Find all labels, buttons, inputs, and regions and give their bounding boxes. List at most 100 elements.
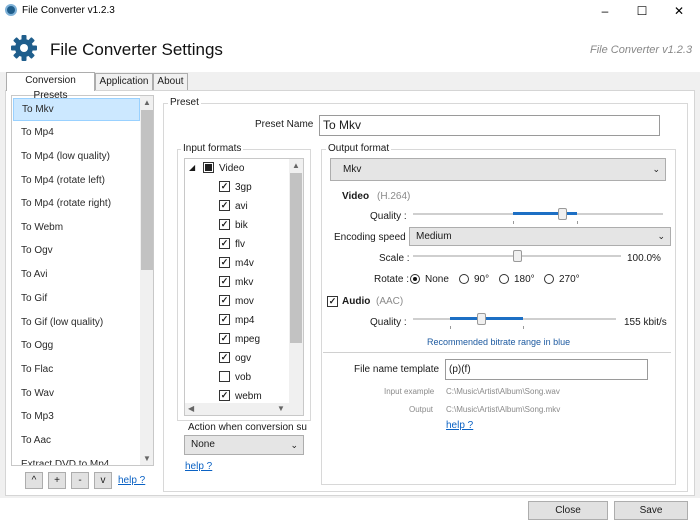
close-button[interactable]: Close <box>528 501 608 520</box>
input-formats-tree[interactable]: ◢ Video ✓ 3gp ✓ avi ✓ bik ✓ flv ✓ m4v ✓ … <box>184 158 304 416</box>
slider-thumb[interactable] <box>477 313 486 325</box>
page-title: File Converter Settings <box>50 40 223 59</box>
window-title: File Converter v1.2.3 <box>22 5 115 16</box>
rotate-270-radio[interactable] <box>544 274 554 284</box>
list-item[interactable]: To Mp4 (low quality) <box>13 145 140 168</box>
list-item[interactable]: To Flac <box>13 358 140 381</box>
format-label: bik <box>235 220 248 231</box>
list-item[interactable]: To Mp3 <box>13 405 140 428</box>
encoding-speed-dropdown[interactable]: Medium ⌄ <box>409 227 671 246</box>
recommended-note: Recommended bitrate range in blue <box>427 337 571 347</box>
list-item[interactable]: To Mp4 (rotate left) <box>13 169 140 192</box>
encoding-speed-value: Medium <box>416 231 452 242</box>
tab-about[interactable]: About <box>153 73 188 90</box>
scroll-down-icon[interactable]: ▼ <box>277 404 285 413</box>
remove-preset-button[interactable]: - <box>71 472 89 489</box>
chevron-down-icon: ⌄ <box>290 440 298 450</box>
format-checkbox-3gp[interactable]: ✓ <box>219 181 230 192</box>
action-help-link[interactable]: help ? <box>185 461 212 472</box>
format-checkbox-ogv[interactable]: ✓ <box>219 352 230 363</box>
format-checkbox-mov[interactable]: ✓ <box>219 295 230 306</box>
audio-checkbox[interactable]: ✓ <box>327 296 338 307</box>
list-item[interactable]: To Avi <box>13 263 140 286</box>
format-checkbox-avi[interactable]: ✓ <box>219 200 230 211</box>
scroll-up-icon[interactable]: ▲ <box>143 98 151 107</box>
format-checkbox-flv[interactable]: ✓ <box>219 238 230 249</box>
format-label: mkv <box>235 277 254 288</box>
rotate-180-radio[interactable] <box>499 274 509 284</box>
format-label: webm <box>235 391 262 402</box>
format-checkbox-vob[interactable] <box>219 371 230 382</box>
maximize-button[interactable]: ☐ <box>624 0 660 22</box>
move-up-button[interactable]: ^ <box>25 472 43 489</box>
list-item[interactable]: To Mkv <box>13 98 140 121</box>
video-tree-label: Video <box>219 163 245 174</box>
format-label: mp4 <box>235 315 255 326</box>
format-checkbox-webm[interactable]: ✓ <box>219 390 230 401</box>
scroll-left-icon[interactable]: ◀ <box>188 404 194 413</box>
video-checkbox[interactable] <box>203 162 214 173</box>
format-checkbox-mpeg[interactable]: ✓ <box>219 333 230 344</box>
format-label: avi <box>235 201 248 212</box>
template-help-link[interactable]: help ? <box>446 420 473 431</box>
list-item[interactable]: To Wav <box>13 382 140 405</box>
formats-hscrollbar[interactable]: ◀ ▼ <box>185 403 303 415</box>
scroll-up-icon[interactable]: ▲ <box>292 161 300 170</box>
formats-scrollbar[interactable]: ▲ <box>289 159 303 403</box>
rotate-none-radio[interactable] <box>410 274 420 284</box>
scale-slider[interactable] <box>413 248 621 266</box>
list-item[interactable]: To Mp4 (rotate right) <box>13 192 140 215</box>
list-item[interactable]: To Gif (low quality) <box>13 311 140 334</box>
video-quality-slider[interactable] <box>413 206 663 226</box>
preset-list-scrollbar[interactable]: ▲ ▼ <box>140 96 153 465</box>
version-label: File Converter v1.2.3 <box>590 44 693 56</box>
slider-tick <box>450 326 451 329</box>
scrollbar-thumb[interactable] <box>141 110 153 270</box>
close-window-button[interactable]: ✕ <box>661 0 697 22</box>
presets-help-link[interactable]: help ? <box>118 475 145 486</box>
scrollbar-thumb[interactable] <box>290 173 302 343</box>
list-item[interactable]: To Webm <box>13 216 140 239</box>
preset-name-input[interactable]: To Mkv <box>319 115 660 136</box>
format-checkbox-m4v[interactable]: ✓ <box>219 257 230 268</box>
audio-quality-label: Quality : <box>370 317 407 328</box>
video-codec-label: (H.264) <box>377 191 411 202</box>
format-checkbox-mkv[interactable]: ✓ <box>219 276 230 287</box>
input-example-value: C:\Music\Artist\Album\Song.wav <box>446 387 560 396</box>
list-item[interactable]: To Ogv <box>13 239 140 262</box>
slider-thumb[interactable] <box>513 250 522 262</box>
tab-conversion-presets[interactable]: Conversion Presets <box>6 72 95 101</box>
tab-application[interactable]: Application <box>95 73 153 90</box>
recommended-range <box>513 212 577 215</box>
preset-name-label: Preset Name <box>255 119 314 130</box>
action-dropdown[interactable]: None ⌄ <box>184 435 304 455</box>
list-item[interactable]: Extract DVD to Mp4 <box>13 453 140 465</box>
video-quality-label: Quality : <box>370 211 407 222</box>
slider-thumb[interactable] <box>558 208 567 220</box>
template-input[interactable]: (p)(f) <box>445 359 648 380</box>
action-value: None <box>191 439 215 450</box>
save-button[interactable]: Save <box>614 501 688 520</box>
add-preset-button[interactable]: + <box>48 472 66 489</box>
action-label: Action when conversion su <box>188 422 307 433</box>
preset-list[interactable]: To Mkv To Mp4 To Mp4 (low quality) To Mp… <box>11 95 154 466</box>
audio-section-label: Audio <box>342 296 371 307</box>
list-item[interactable]: To Mp4 <box>13 121 140 144</box>
list-item[interactable]: To Aac <box>13 429 140 452</box>
video-section-label: Video <box>342 191 370 202</box>
format-checkbox-mp4[interactable]: ✓ <box>219 314 230 325</box>
list-item[interactable]: To Ogg <box>13 334 140 357</box>
audio-quality-slider[interactable] <box>413 311 616 331</box>
scroll-down-icon[interactable]: ▼ <box>143 454 151 463</box>
minimize-button[interactable]: – <box>587 0 623 22</box>
output-format-dropdown[interactable]: Mkv ⌄ <box>330 158 666 181</box>
input-formats-label: Input formats <box>181 143 244 154</box>
collapse-icon[interactable]: ◢ <box>189 163 195 172</box>
list-item[interactable]: To Gif <box>13 287 140 310</box>
rotate-90-radio[interactable] <box>459 274 469 284</box>
template-label: File name template <box>354 364 440 375</box>
move-down-button[interactable]: v <box>94 472 112 489</box>
format-checkbox-bik[interactable]: ✓ <box>219 219 230 230</box>
divider <box>323 352 671 353</box>
audio-codec-label: (AAC) <box>376 296 404 307</box>
